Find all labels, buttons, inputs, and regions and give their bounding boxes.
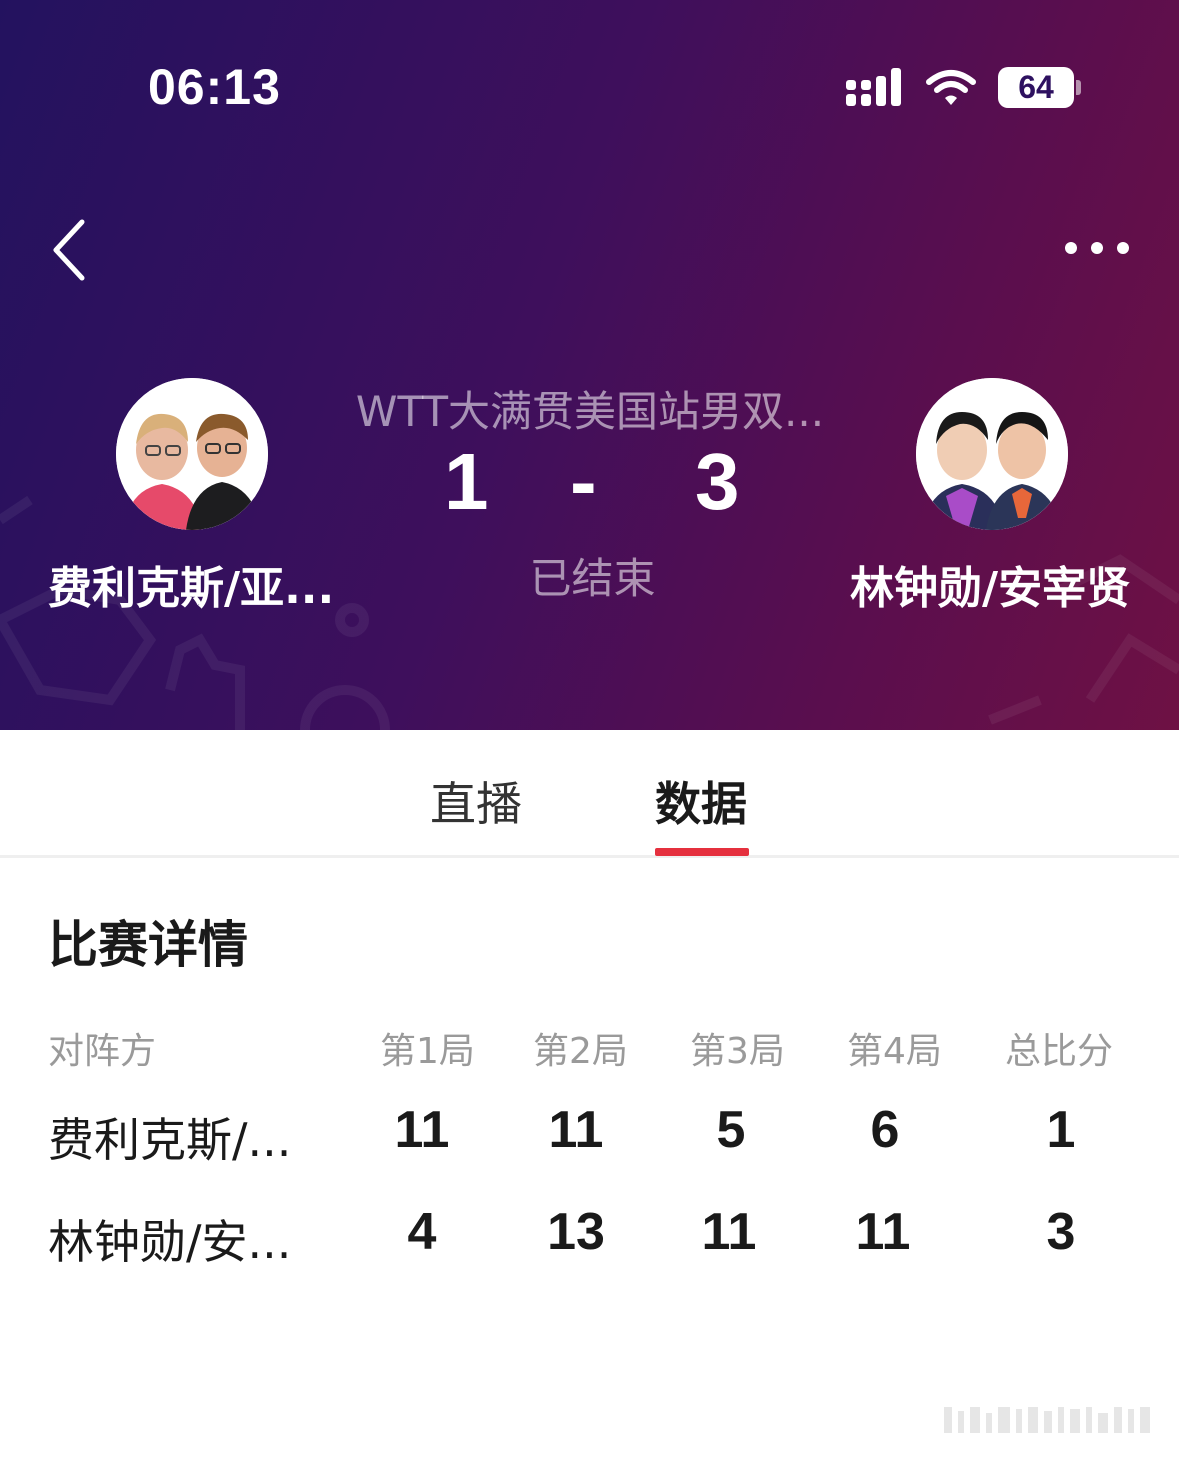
total-score: 3 — [1046, 1203, 1076, 1261]
tab-data[interactable]: 数据 — [655, 768, 747, 834]
row-team-name: 林钟勋/安... — [48, 1215, 292, 1269]
away-team-avatar[interactable] — [916, 378, 1068, 530]
chevron-left-icon — [53, 219, 85, 281]
event-title: WTT大满贯美国站男双... — [355, 387, 825, 436]
section-title: 比赛详情 — [48, 916, 248, 974]
away-team-name[interactable]: 林钟勋/安宰贤 — [850, 552, 1130, 616]
more-dots-icon — [1117, 242, 1129, 254]
header-game-3: 第3局 — [690, 1031, 785, 1072]
game-score: 13 — [547, 1203, 605, 1261]
match-header: 06:13 64 费利克斯/亚... WTT大满贯美国站男双... 1 - 3 … — [0, 0, 1179, 730]
match-status: 已结束 — [529, 554, 656, 603]
header-game-1: 第1局 — [380, 1031, 475, 1072]
game-score: 5 — [716, 1101, 746, 1159]
wifi-icon — [926, 70, 976, 105]
tab-live[interactable]: 直播 — [430, 768, 522, 834]
row-team-name: 费利克斯/... — [48, 1113, 292, 1167]
back-button[interactable] — [40, 212, 100, 288]
score-separator: - — [570, 437, 597, 526]
header-total: 总比分 — [1005, 1031, 1114, 1072]
tab-bar: 直播 数据 — [0, 730, 1179, 858]
home-team-name[interactable]: 费利克斯/亚... — [48, 552, 334, 616]
home-score: 1 — [444, 437, 489, 526]
header-game-4: 第4局 — [847, 1031, 942, 1072]
home-team-avatar[interactable] — [116, 378, 268, 530]
status-time: 06:13 — [148, 59, 281, 115]
game-score: 11 — [394, 1101, 450, 1159]
more-button[interactable] — [1055, 230, 1137, 266]
game-score: 11 — [548, 1101, 604, 1159]
game-score: 11 — [855, 1203, 911, 1261]
watermark — [944, 1407, 1150, 1433]
more-dots-icon — [1065, 242, 1077, 254]
away-score: 3 — [695, 437, 740, 526]
game-score: 6 — [870, 1101, 900, 1159]
game-score: 4 — [407, 1203, 437, 1261]
more-dots-icon — [1091, 242, 1103, 254]
battery-tip — [1076, 80, 1081, 95]
header-game-2: 第2局 — [533, 1031, 628, 1072]
game-score: 11 — [701, 1203, 757, 1261]
battery-icon: 64 — [998, 67, 1074, 108]
header-matchup: 对阵方 — [48, 1031, 157, 1072]
signal-icon — [846, 68, 901, 106]
active-tab-indicator — [655, 848, 749, 856]
total-score: 1 — [1046, 1101, 1076, 1159]
